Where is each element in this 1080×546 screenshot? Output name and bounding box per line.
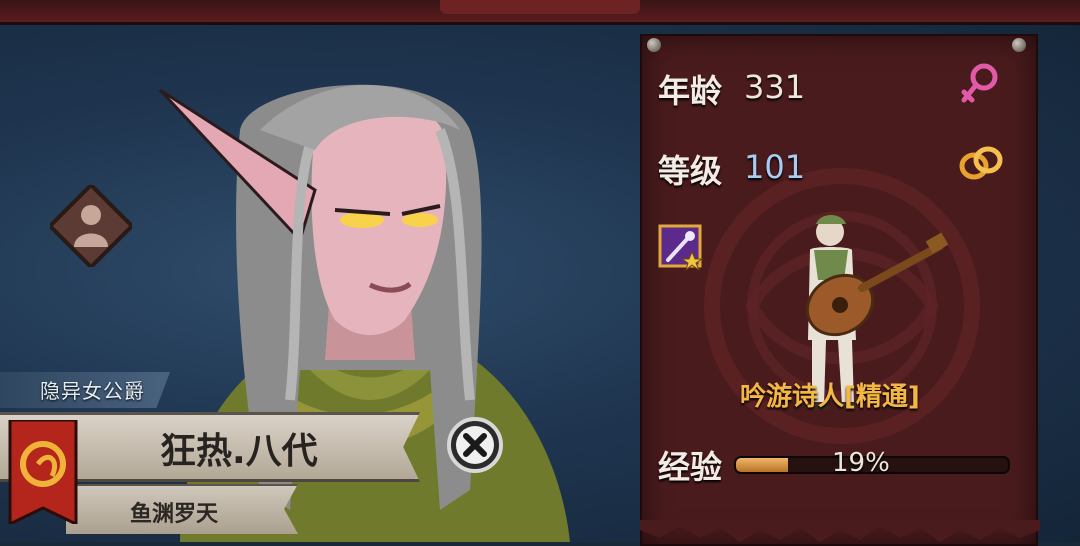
level-label: 等级 xyxy=(658,152,723,190)
panel-pin-right xyxy=(1012,38,1026,52)
level-value: 101 xyxy=(744,148,806,186)
character-name: 狂热.八代 xyxy=(160,431,318,472)
exp-percent: 19% xyxy=(832,448,890,478)
wedding-rings-icon[interactable] xyxy=(956,140,1006,184)
panel-pin-left xyxy=(647,38,661,52)
serpent-banner-icon xyxy=(8,420,78,524)
close-x-icon[interactable] xyxy=(446,416,504,474)
age-label: 年龄 xyxy=(658,72,723,110)
character-title: 隐异女公爵 xyxy=(40,379,145,403)
top-header-bar xyxy=(0,0,1080,25)
class-name: 吟游诗人[精通] xyxy=(740,382,920,412)
age-value: 331 xyxy=(744,68,806,106)
hooded-figure-rank-icon[interactable] xyxy=(50,185,132,267)
magic-staff-skill-icon[interactable] xyxy=(658,224,704,270)
exp-progress-fill xyxy=(736,458,788,472)
female-symbol-icon[interactable] xyxy=(958,62,1002,106)
exp-label: 经验 xyxy=(658,448,723,486)
panel-torn-edge xyxy=(640,520,1040,542)
house-name: 鱼渊罗天 xyxy=(130,502,219,527)
header-title-plate xyxy=(440,0,640,14)
